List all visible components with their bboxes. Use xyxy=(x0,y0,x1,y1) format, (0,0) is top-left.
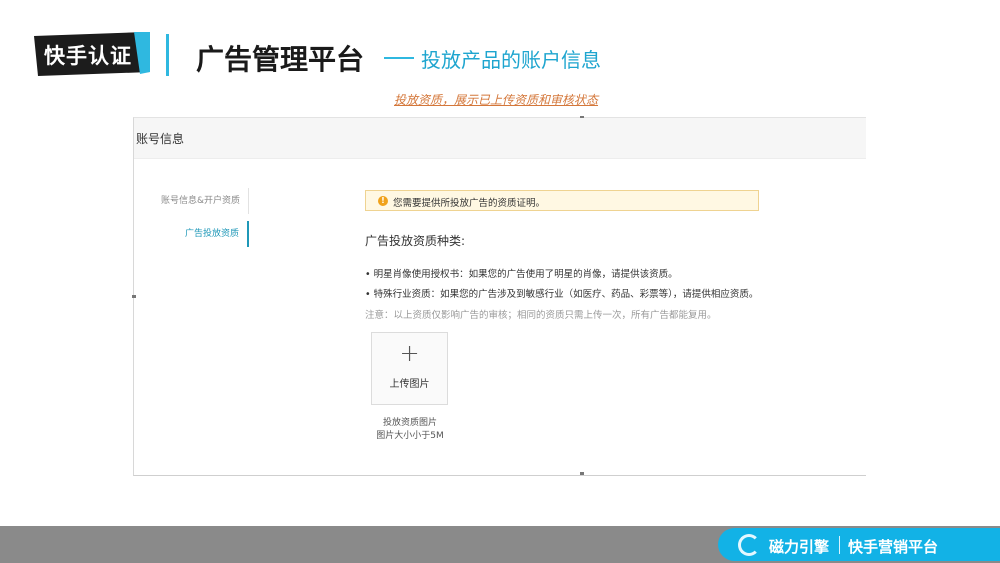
upload-image-button[interactable]: + 上传图片 xyxy=(371,332,448,405)
resize-handle xyxy=(132,295,136,298)
page-title: 广告管理平台 xyxy=(196,43,365,76)
qualification-note: 注意：以上资质仅影响广告的审核；相同的资质只需上传一次，所有广告都能复用。 xyxy=(365,310,717,321)
footer-brand: 磁力引擎 xyxy=(769,538,830,556)
warning-icon: ! xyxy=(378,196,388,206)
alert-text: 您需要提供所投放广告的资质证明。 xyxy=(393,198,546,209)
side-nav-item-ad-qualification[interactable]: 广告投放资质 xyxy=(134,221,249,247)
magnetic-engine-logo-icon xyxy=(738,534,760,556)
resize-handle xyxy=(580,472,584,475)
account-header-title: 账号信息 xyxy=(136,132,185,146)
upload-tip: 投放资质图片 xyxy=(382,418,437,428)
page-subtitle: 投放产品的账户信息 xyxy=(421,48,601,72)
footer-separator xyxy=(839,536,840,554)
title-dash xyxy=(384,57,414,59)
plus-icon: + xyxy=(399,339,420,367)
alert-banner: ! 您需要提供所投放广告的资质证明。 xyxy=(365,190,759,211)
account-header-bar: 账号信息 xyxy=(134,118,866,159)
footer-platform: 快手营销平台 xyxy=(848,538,939,556)
section-title: 广告投放资质种类: xyxy=(365,234,466,248)
logo-text: 快手认证 xyxy=(44,44,132,68)
account-info-screenshot: 账号信息 账号信息&开户资质 广告投放资质 ! 您需要提供所投放广告的资质证明。… xyxy=(132,116,866,476)
qualification-bullet: • 明星肖像使用授权书：如果您的广告使用了明星的肖像，请提供该资质。 xyxy=(365,269,678,280)
header-divider xyxy=(166,34,169,76)
side-nav-item-account-info[interactable]: 账号信息&开户资质 xyxy=(134,188,249,214)
kuaishou-certification-logo: 快手认证 xyxy=(34,32,150,76)
qualification-bullet: • 特殊行业资质：如果您的广告涉及到敏感行业（如医疗、药品、彩票等），请提供相应… xyxy=(365,289,759,300)
slide-caption: 投放资质，展示已上传资质和审核状态 xyxy=(394,93,599,107)
upload-size-tip: 图片大小小于5M xyxy=(376,431,444,441)
upload-label: 上传图片 xyxy=(389,379,430,390)
